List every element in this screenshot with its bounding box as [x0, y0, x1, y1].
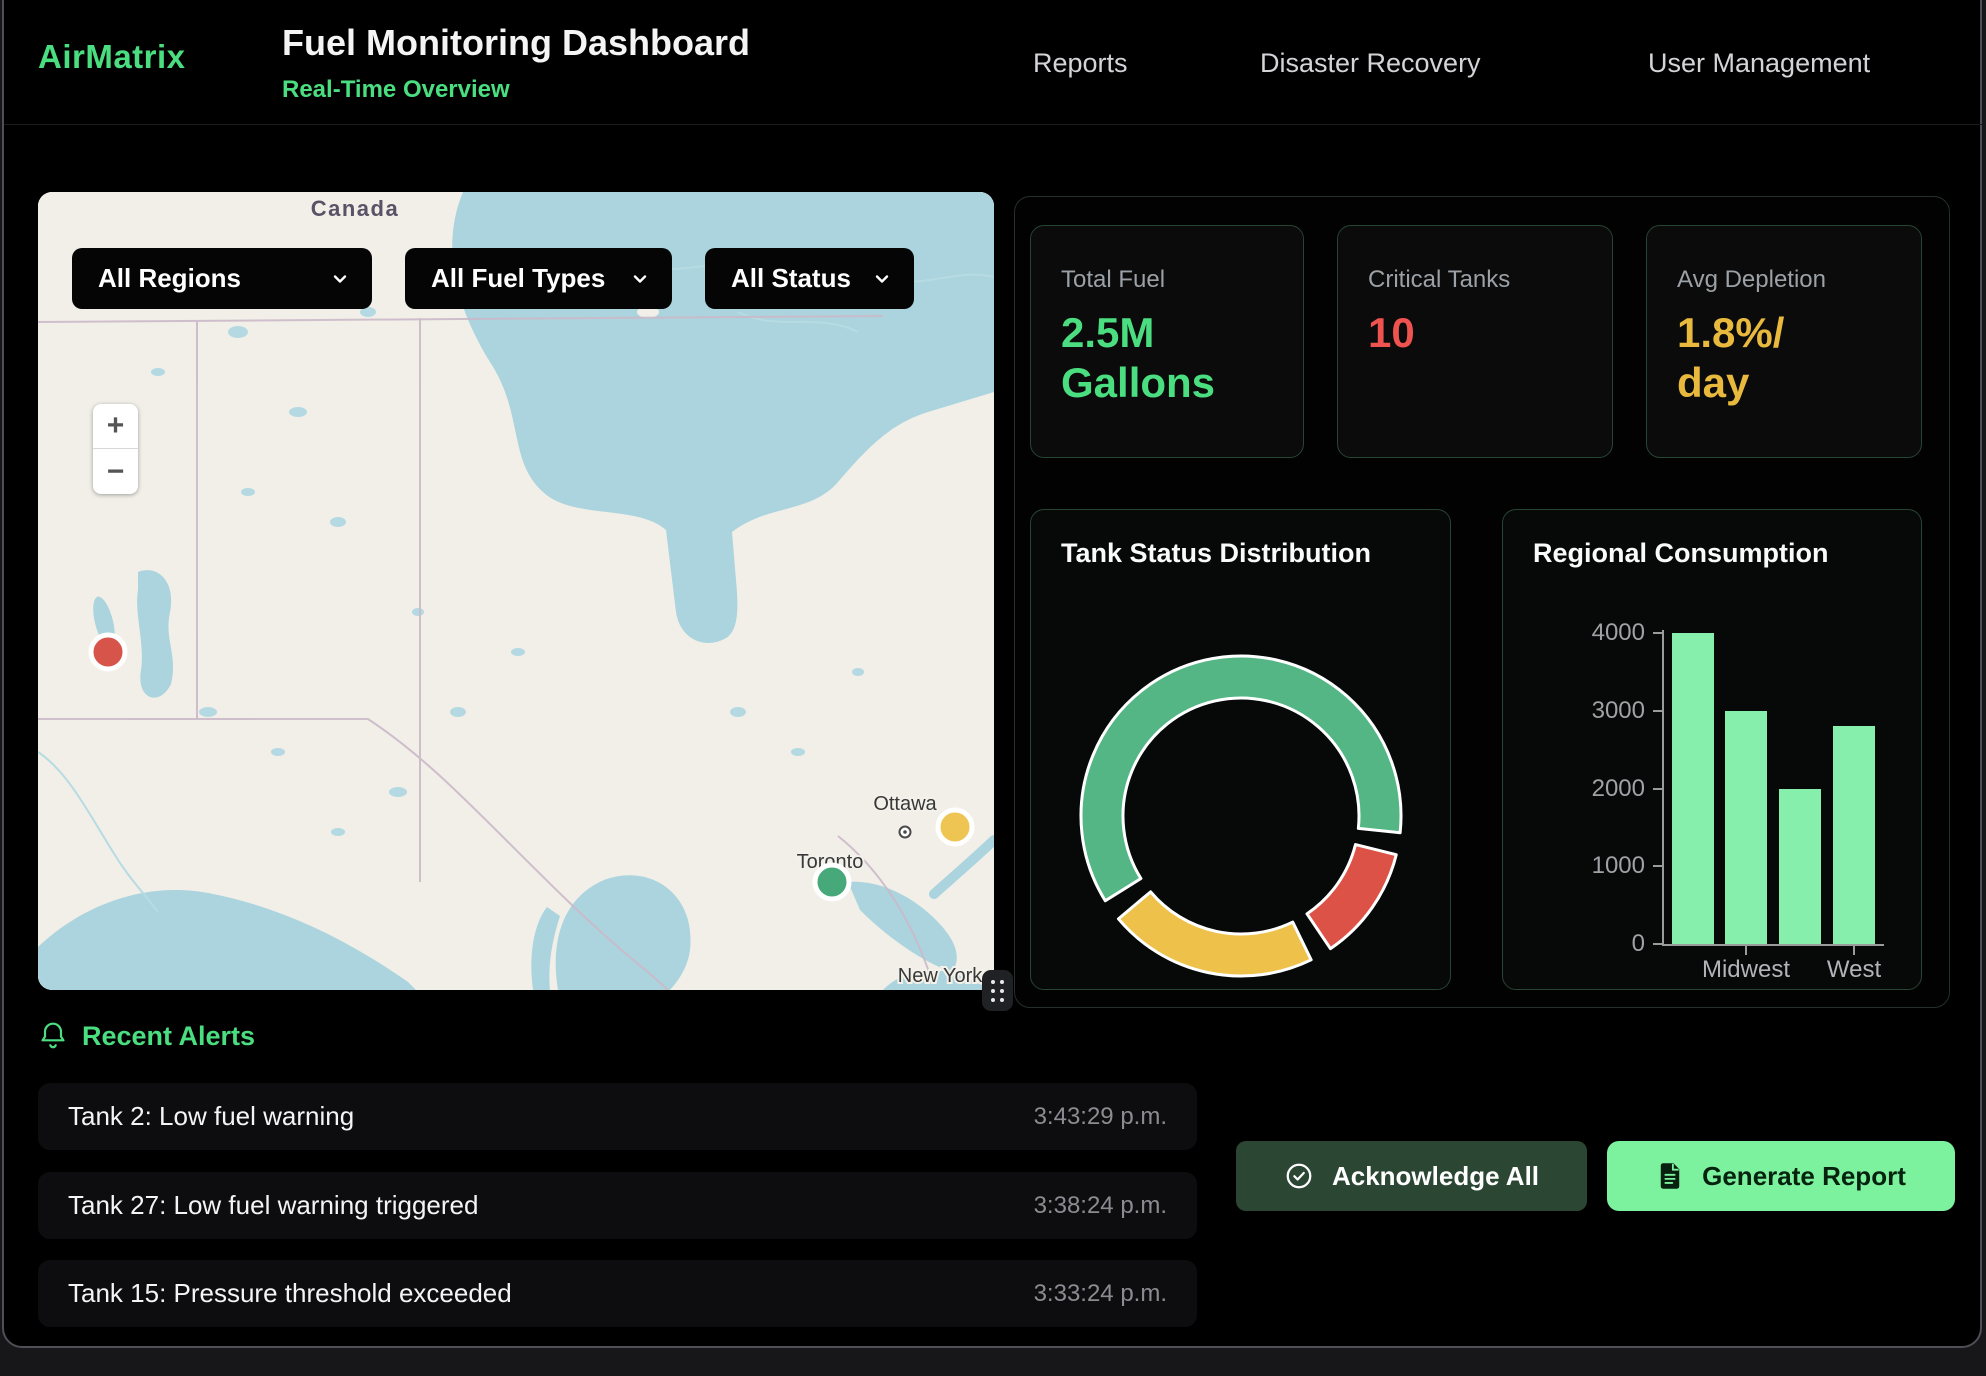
donut-segment-critical — [1307, 845, 1396, 949]
y-tick-mark — [1653, 788, 1663, 790]
nav-reports[interactable]: Reports — [1033, 48, 1128, 79]
zoom-out-button[interactable]: − — [93, 449, 138, 494]
status-filter-select[interactable]: All Status — [705, 248, 914, 309]
bar-chart: 0 1000 2000 3000 4000 MidwestWest — [1503, 510, 1923, 991]
region-filter-value: All Regions — [98, 263, 241, 294]
x-tick-mark — [1853, 946, 1855, 955]
chevron-down-icon — [872, 269, 892, 289]
map-svg: CanadaOttawaTorontoNew York — [38, 192, 994, 990]
x-tick-mark — [1745, 946, 1747, 955]
x-tick-label: Midwest — [1686, 956, 1806, 984]
bar-West — [1833, 726, 1875, 944]
alert-time: 3:33:24 p.m. — [1034, 1280, 1167, 1308]
map-water-lake-winnipeg — [137, 570, 173, 698]
acknowledge-all-button[interactable]: Acknowledge All — [1236, 1141, 1587, 1211]
map-label-city: Ottawa — [873, 793, 937, 815]
chevron-down-icon — [630, 269, 650, 289]
alert-text: Tank 15: Pressure threshold exceeded — [68, 1278, 512, 1309]
check-circle-icon — [1284, 1161, 1314, 1191]
alert-time: 3:43:29 p.m. — [1034, 1103, 1167, 1131]
stat-card-avg-depletion: Avg Depletion 1.8%/day — [1646, 225, 1922, 458]
y-tick-label: 2000 — [1575, 775, 1645, 803]
bar-region-1 — [1672, 633, 1714, 944]
stat-value: 1.8%/day — [1677, 308, 1891, 409]
dashboard-screen: AirMatrix Fuel Monitoring Dashboard Real… — [0, 0, 1986, 1376]
tank-marker-warning[interactable] — [938, 810, 972, 844]
donut-segment-warning — [1118, 892, 1311, 976]
y-tick-label: 4000 — [1575, 619, 1645, 647]
generate-report-label: Generate Report — [1702, 1161, 1906, 1192]
bar-Midwest — [1725, 711, 1767, 944]
zoom-in-button[interactable]: + — [93, 404, 138, 449]
alert-text: Tank 2: Low fuel warning — [68, 1101, 354, 1132]
stat-card-critical-tanks: Critical Tanks 10 — [1337, 225, 1613, 458]
y-tick-label: 3000 — [1575, 697, 1645, 725]
document-icon — [1656, 1161, 1684, 1191]
bell-icon — [38, 1020, 68, 1052]
fuel-type-filter-select[interactable]: All Fuel Types — [405, 248, 672, 309]
alert-row[interactable]: Tank 15: Pressure threshold exceeded 3:3… — [38, 1260, 1197, 1327]
map-zoom-control: + − — [93, 404, 138, 494]
tank-status-chart-card: Tank Status Distribution — [1030, 509, 1451, 990]
y-tick-mark — [1653, 865, 1663, 867]
map-filter-bar: All Regions All Fuel Types All Status — [72, 248, 914, 309]
map-label-country: Canada — [311, 196, 399, 221]
region-filter-select[interactable]: All Regions — [72, 248, 372, 309]
y-tick-mark — [1653, 632, 1663, 634]
x-axis — [1662, 944, 1884, 946]
stat-value: 2.5MGallons — [1061, 308, 1273, 409]
generate-report-button[interactable]: Generate Report — [1607, 1141, 1955, 1211]
page-title: Fuel Monitoring Dashboard — [282, 22, 750, 64]
y-tick-mark — [1653, 710, 1663, 712]
map-label-city: New York — [898, 965, 983, 987]
page-subtitle: Real-Time Overview — [282, 76, 510, 104]
y-tick-label: 1000 — [1575, 852, 1645, 880]
stat-card-total-fuel: Total Fuel 2.5MGallons — [1030, 225, 1304, 458]
nav-disaster-recovery[interactable]: Disaster Recovery — [1260, 48, 1481, 79]
regional-consumption-chart-card: Regional Consumption 01000200030004000Mi… — [1502, 509, 1922, 990]
acknowledge-all-label: Acknowledge All — [1332, 1161, 1539, 1192]
y-tick-mark — [1653, 943, 1663, 945]
header-divider — [4, 124, 1982, 125]
chevron-down-icon — [330, 269, 350, 289]
nav-user-management[interactable]: User Management — [1648, 48, 1870, 79]
recent-alerts-heading: Recent Alerts — [38, 1020, 255, 1052]
tank-marker-normal[interactable] — [815, 865, 849, 899]
status-filter-value: All Status — [731, 263, 851, 294]
map-canvas[interactable]: CanadaOttawaTorontoNew York + − — [38, 192, 994, 990]
x-tick-label: West — [1794, 956, 1914, 984]
recent-alerts-title: Recent Alerts — [82, 1021, 255, 1052]
alert-time: 3:38:24 p.m. — [1034, 1192, 1167, 1220]
alert-row[interactable]: Tank 27: Low fuel warning triggered 3:38… — [38, 1172, 1197, 1239]
alert-text: Tank 27: Low fuel warning triggered — [68, 1190, 478, 1221]
map-city-dot — [903, 830, 907, 834]
stat-label: Avg Depletion — [1677, 266, 1891, 294]
map-drag-handle[interactable] — [982, 970, 1013, 1011]
bar-region-3 — [1779, 789, 1821, 945]
stat-label: Critical Tanks — [1368, 266, 1582, 294]
fuel-type-filter-value: All Fuel Types — [431, 263, 605, 294]
brand-logo: AirMatrix — [38, 38, 186, 76]
stat-label: Total Fuel — [1061, 266, 1273, 294]
stat-value: 10 — [1368, 308, 1582, 358]
donut-chart — [1031, 510, 1452, 991]
alert-row[interactable]: Tank 2: Low fuel warning 3:43:29 p.m. — [38, 1083, 1197, 1150]
y-tick-label: 0 — [1575, 930, 1645, 958]
tank-marker-critical[interactable] — [91, 635, 125, 669]
